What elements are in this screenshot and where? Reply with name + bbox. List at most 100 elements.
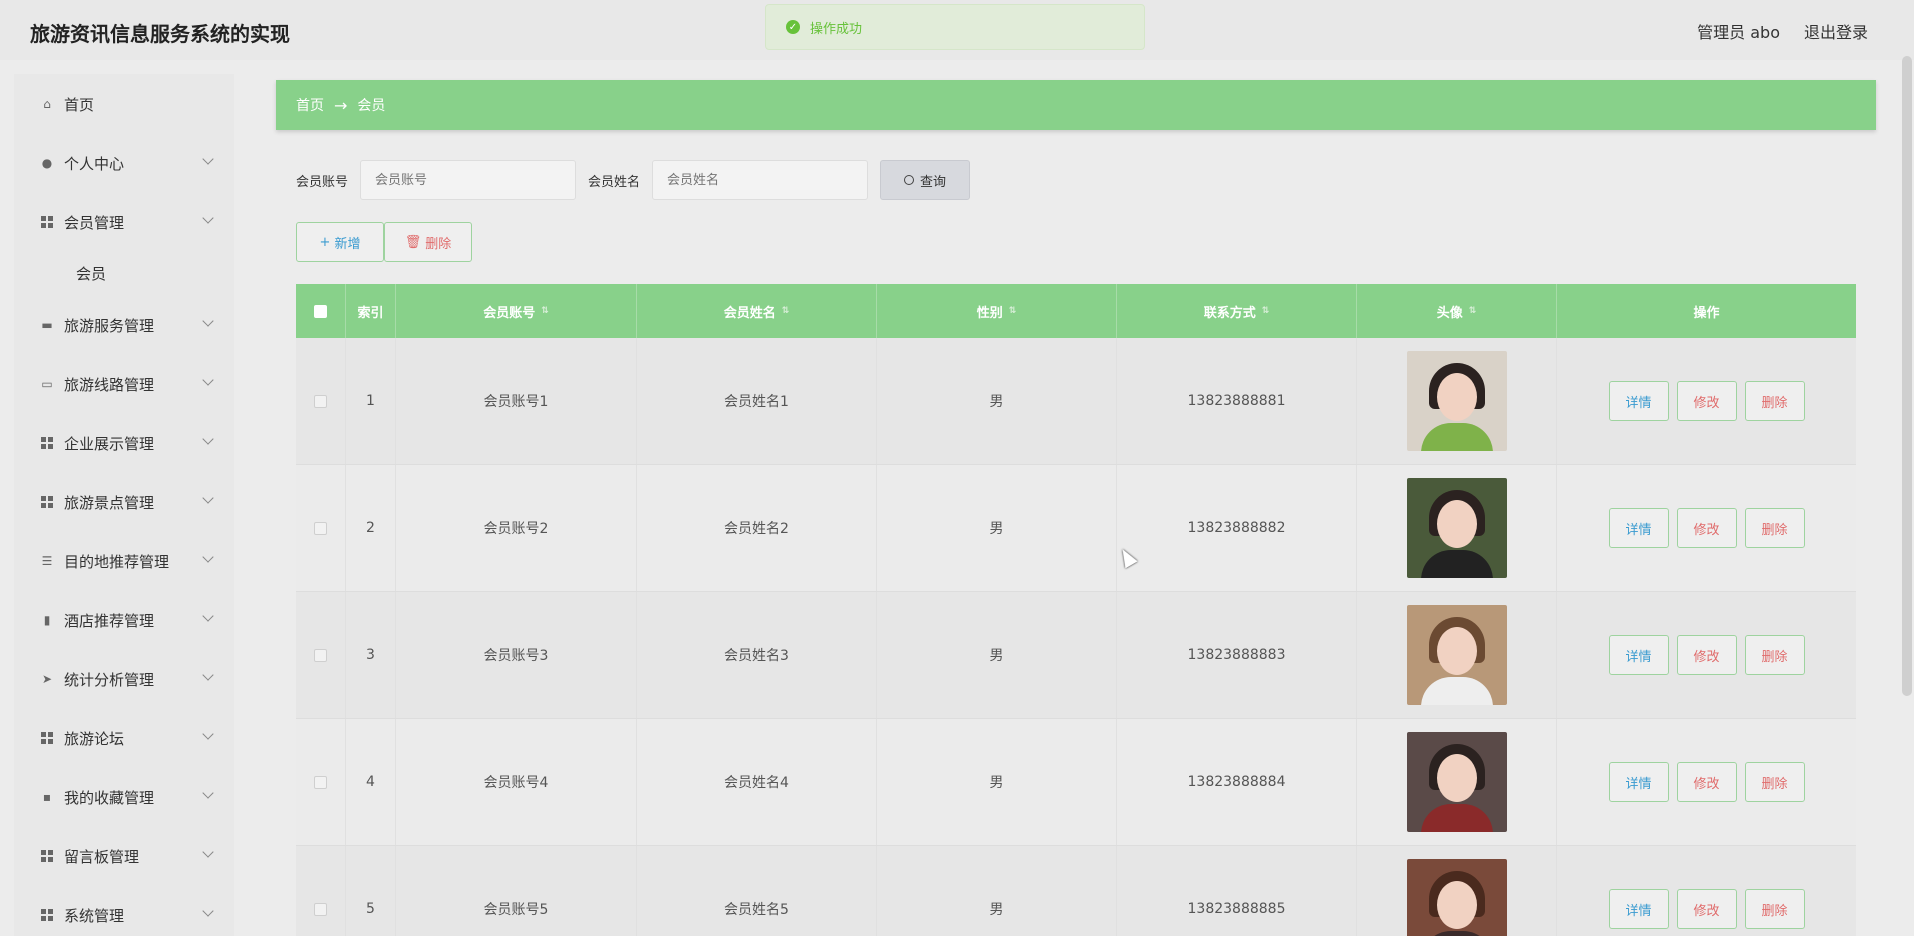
row-checkbox[interactable] [314,521,327,535]
sidebar-item-label: 会员管理 [64,213,125,232]
cell-gender: 男 [877,338,1117,464]
cell-phone: 13823888883 [1117,592,1357,718]
row-checkbox[interactable] [314,902,327,916]
col-header-actions: 操作 [1557,284,1856,338]
cell-index: 3 [346,592,396,718]
sidebar-subitem-member[interactable]: 会员 [14,253,234,293]
chevron-down-icon [202,153,214,165]
send-icon: ➤ [41,672,53,686]
user-label[interactable]: 管理员 abo [1697,19,1780,43]
sidebar-item-label: 旅游线路管理 [64,375,155,394]
sidebar-item-home[interactable]: ⌂ 首页 [14,84,234,124]
sidebar: ⌂ 首页 ● 个人中心 会员管理 会员 ▬ 旅游服务管理 ▭ 旅游线路管理 企业… [14,74,234,936]
avatar[interactable] [1406,351,1507,451]
cell-gender: 男 [877,592,1117,718]
printer-icon: ▬ [41,318,53,332]
sidebar-item-hotel[interactable]: ▮ 酒店推荐管理 [14,600,234,640]
batch-delete-button[interactable]: 🗑 删除 [384,222,472,262]
sidebar-item-forum[interactable]: 旅游论坛 [14,718,234,758]
account-label: 会员账号 [296,174,349,190]
sidebar-item-statistics[interactable]: ➤ 统计分析管理 [14,659,234,699]
delete-button[interactable]: 删除 [1744,508,1805,548]
grid-icon [40,908,54,922]
message-icon: ▪ [42,790,52,804]
sidebar-item-travel-service[interactable]: ▬ 旅游服务管理 [14,305,234,345]
delete-button[interactable]: 删除 [1744,762,1805,802]
table-row: 2 会员账号2 会员姓名2 男 13823888882 详情 修改 删除 [296,465,1856,592]
name-search-input[interactable] [652,160,869,200]
row-checkbox[interactable] [314,394,327,408]
row-checkbox[interactable] [314,775,327,789]
row-checkbox[interactable] [314,648,327,662]
sidebar-item-label: 首页 [64,95,95,114]
search-icon [904,175,915,185]
sidebar-item-travel-route[interactable]: ▭ 旅游线路管理 [14,364,234,404]
col-label: 头像 [1436,305,1463,321]
chevron-down-icon [202,433,214,445]
col-label: 操作 [1693,305,1720,321]
cell-name: 会员姓名1 [637,338,877,464]
sliders-icon: ☰ [41,554,53,568]
col-header-account[interactable]: 会员账号 ⇅ [396,284,637,338]
detail-button[interactable]: 详情 [1608,381,1669,421]
edit-button[interactable]: 修改 [1676,508,1737,548]
cell-phone: 13823888884 [1117,719,1357,845]
grid-icon [40,215,54,229]
sidebar-item-destination[interactable]: ☰ 目的地推荐管理 [14,541,234,581]
detail-button[interactable]: 详情 [1608,889,1669,929]
sort-icon[interactable]: ⇅ [541,306,549,316]
avatar[interactable] [1406,859,1507,936]
cell-phone: 13823888885 [1117,846,1357,936]
col-header-phone[interactable]: 联系方式 ⇅ [1117,284,1357,338]
select-all-checkbox[interactable] [314,304,327,318]
edit-button[interactable]: 修改 [1676,635,1737,675]
cell-name: 会员姓名4 [637,719,877,845]
add-label: 新增 [334,236,361,252]
sort-icon[interactable]: ⇅ [1262,306,1270,316]
avatar[interactable] [1406,478,1507,578]
query-button[interactable]: 查询 [880,160,971,200]
chevron-down-icon [202,728,214,740]
grid-icon [40,495,54,509]
detail-button[interactable]: 详情 [1608,508,1669,548]
select-all-cell [296,284,346,338]
sidebar-item-system[interactable]: 系统管理 [14,895,234,935]
sort-icon[interactable]: ⇅ [1469,306,1477,316]
sidebar-item-attraction[interactable]: 旅游景点管理 [14,482,234,522]
col-header-name[interactable]: 会员姓名 ⇅ [637,284,877,338]
delete-button[interactable]: 删除 [1744,381,1805,421]
col-header-avatar[interactable]: 头像 ⇅ [1357,284,1557,338]
trash-icon: 🗑 [404,234,422,250]
sidebar-item-message-board[interactable]: 留言板管理 [14,836,234,876]
avatar[interactable] [1406,732,1507,832]
sidebar-item-label: 留言板管理 [64,847,140,866]
sidebar-item-personal-center[interactable]: ● 个人中心 [14,143,234,183]
sort-icon[interactable]: ⇅ [1009,306,1017,316]
sidebar-item-company-showcase[interactable]: 企业展示管理 [14,423,234,463]
cell-name: 会员姓名2 [637,465,877,591]
sidebar-item-member-management[interactable]: 会员管理 [14,202,234,242]
breadcrumb: 首页 → 会员 [276,80,1876,130]
account-search-input[interactable] [360,160,577,200]
sort-icon[interactable]: ⇅ [782,306,790,316]
edit-button[interactable]: 修改 [1676,381,1737,421]
add-button[interactable]: + 新增 [296,222,384,262]
sidebar-item-favorites[interactable]: ▪ 我的收藏管理 [14,777,234,817]
table-row: 3 会员账号3 会员姓名3 男 13823888883 详情 修改 删除 [296,592,1856,719]
detail-button[interactable]: 详情 [1608,635,1669,675]
page-scrollbar[interactable] [1902,56,1912,696]
logout-link[interactable]: 退出登录 [1804,19,1868,43]
briefcase-icon: ▭ [41,377,53,391]
cell-gender: 男 [877,465,1117,591]
detail-button[interactable]: 详情 [1608,762,1669,802]
chevron-down-icon [202,905,214,917]
edit-button[interactable]: 修改 [1676,889,1737,929]
cell-account: 会员账号5 [396,846,637,936]
col-header-gender[interactable]: 性别 ⇅ [877,284,1117,338]
breadcrumb-home[interactable]: 首页 [296,95,324,115]
edit-button[interactable]: 修改 [1676,762,1737,802]
avatar[interactable] [1406,605,1507,705]
delete-button[interactable]: 删除 [1744,635,1805,675]
user-icon: ● [41,156,53,170]
delete-button[interactable]: 删除 [1744,889,1805,929]
